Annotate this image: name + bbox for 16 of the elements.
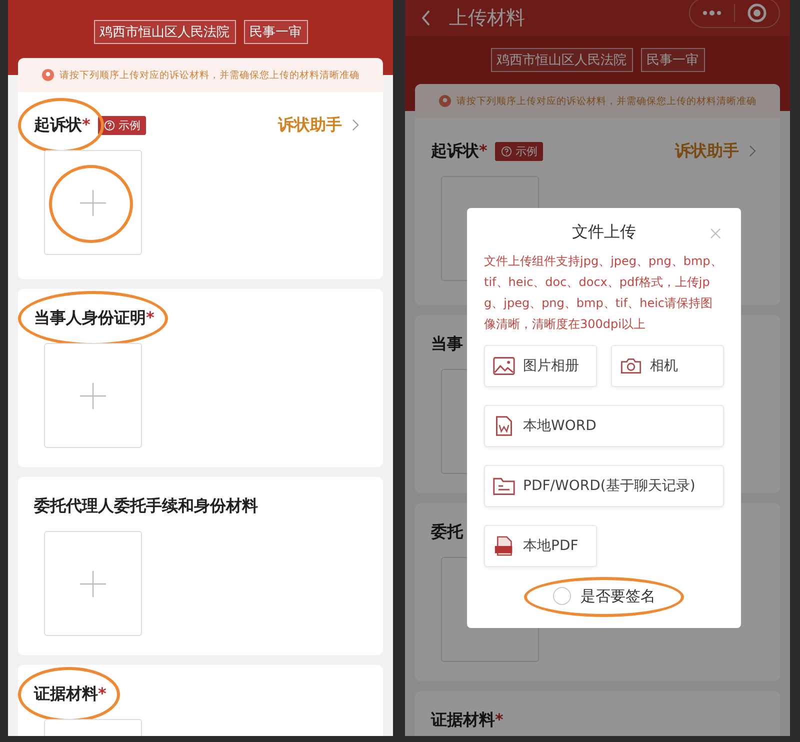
section-title: 委托代理人委托手续和身份材料 xyxy=(34,496,258,516)
notice-text: 请按下列顺序上传对应的诉讼材料，并需确保您上传的材料清晰准确 xyxy=(60,68,360,82)
case-type-tag: 民事一审 xyxy=(244,20,308,44)
notice-text: 请按下列顺序上传对应的诉讼材料，并需确保您上传的材料清晰准确 xyxy=(456,94,756,108)
court-tag: 鸡西市恒山区人民法院 xyxy=(94,20,236,44)
section-title: 委托 xyxy=(431,522,463,542)
section-title: 证据材料* xyxy=(34,684,106,704)
page-title: 上传材料 xyxy=(449,6,525,31)
signature-option-label: 是否要签名 xyxy=(580,586,656,606)
section-title: 起诉状* xyxy=(34,114,90,136)
format-description: 文件上传组件支持jpg、jpeg、png、bmp、tif、heic、doc、docx、pdf格式，上传jpg、jpeg、png、bmp、tif、heic请保持图像清晰，清晰度在300dpi以上 xyxy=(484,253,724,333)
section-title: 当事人身份证明* xyxy=(34,308,154,328)
section-title: 起诉状* xyxy=(431,140,488,162)
section-title: 当事 xyxy=(431,334,463,354)
section-title: 证据材料* xyxy=(431,710,504,730)
dialog-title: 文件上传 xyxy=(571,222,637,243)
